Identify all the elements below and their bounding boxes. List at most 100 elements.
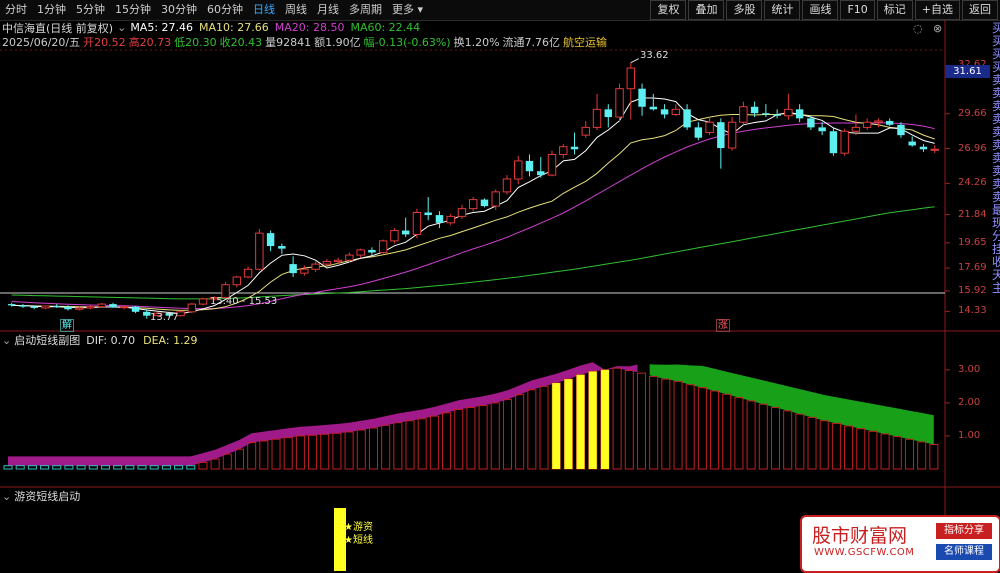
candle-body-up — [592, 108, 602, 128]
chevron-down-icon[interactable]: ⌄ — [2, 490, 11, 503]
histogram-bar — [320, 433, 330, 470]
histogram-bar — [661, 378, 671, 470]
candle-body-up — [86, 306, 95, 309]
indicator-header: ⌄ 启动短线副图 DIF: 0.70 DEA: 1.29 — [2, 333, 198, 348]
histogram-bar — [710, 390, 720, 470]
candle-body-up — [198, 298, 208, 305]
indicator-fill-green — [649, 364, 934, 445]
signal-title: 游资短线启动 — [14, 490, 81, 503]
signal-label-duanxian: ★短线 — [344, 535, 373, 546]
candle-body-up — [559, 146, 568, 155]
candle-body-up — [187, 303, 197, 313]
candle-body-up — [468, 199, 478, 210]
histogram-bar — [770, 407, 780, 470]
candle-body-up — [322, 261, 332, 265]
chevron-down-icon[interactable]: ⌄ — [2, 334, 11, 347]
candle-body-up — [446, 215, 455, 224]
indicator-signal-bar — [576, 374, 585, 469]
indicator-signal-bar — [552, 383, 561, 469]
histogram-bar — [295, 435, 305, 470]
histogram-bar — [868, 430, 878, 470]
histogram-bar — [100, 465, 110, 470]
histogram-bar — [880, 433, 890, 470]
indicator-signal-bar — [600, 369, 609, 469]
candle-body-up — [502, 178, 512, 193]
candle-body-down — [131, 306, 140, 312]
price-tick-4: 19.65 — [958, 236, 987, 248]
candle-body-up — [491, 191, 500, 207]
candle-body-up — [75, 307, 84, 310]
histogram-bar — [417, 418, 427, 470]
candle-body-down — [19, 305, 27, 307]
histogram-bar — [186, 465, 196, 470]
candle-body-up — [514, 160, 523, 180]
candle-body-down — [717, 122, 725, 149]
indicator-tick-1: 2.00 — [958, 396, 981, 408]
candle-body-down — [8, 304, 16, 306]
candle-body-down — [649, 106, 658, 110]
price-tick-3: 21.84 — [958, 208, 987, 220]
candle-body-down — [525, 160, 534, 172]
candle-body-up — [97, 303, 106, 308]
candle-body-down — [694, 127, 703, 138]
candle-body-down — [435, 215, 444, 223]
candle-body-down — [537, 171, 545, 176]
candle-body-down — [885, 120, 894, 125]
histogram-bar — [856, 428, 866, 470]
candle-body-up — [581, 126, 590, 136]
candle-body-up — [356, 249, 365, 256]
candle-body-up — [739, 106, 748, 123]
candle-body-up — [390, 230, 399, 242]
histogram-bar — [844, 425, 854, 470]
candle-body-down — [762, 113, 770, 115]
price-tick-7: 14.33 — [958, 305, 987, 317]
indicator-signal-bar — [588, 371, 597, 469]
candle-body-up — [255, 232, 264, 270]
histogram-bar — [161, 465, 171, 470]
histogram-bar — [819, 420, 829, 470]
candle-body-down — [570, 146, 579, 150]
histogram-bar — [478, 405, 488, 470]
dif-value: DIF: 0.70 — [86, 333, 136, 347]
unlock-marker[interactable]: 解 — [60, 319, 74, 332]
candle-body-up — [671, 108, 681, 115]
histogram-bar — [636, 372, 646, 470]
candle-body-down — [30, 306, 38, 308]
candle-body-down — [64, 306, 72, 310]
candle-body-up — [120, 306, 129, 309]
candle-body-up — [547, 153, 557, 176]
candle-body-down — [683, 109, 691, 128]
indicator-tick-2: 1.00 — [958, 429, 981, 441]
price-tick-0: 29.66 — [958, 107, 987, 119]
indicator-tick-0: 3.00 — [958, 363, 981, 375]
histogram-bar — [76, 465, 86, 470]
candle-body-up — [727, 121, 737, 149]
rise-marker[interactable]: 涨 — [716, 319, 730, 332]
histogram-bar — [381, 424, 391, 470]
candle-body-up — [851, 126, 861, 132]
histogram-bar — [344, 431, 354, 470]
candle-body-up — [243, 268, 253, 278]
histogram-bar — [502, 399, 512, 470]
histogram-bar — [734, 397, 744, 470]
histogram-bar — [673, 380, 683, 470]
ma20-line — [11, 122, 935, 310]
histogram-bar — [368, 427, 378, 470]
histogram-bar — [624, 369, 634, 470]
candle-body-down — [818, 127, 826, 132]
dea-value: DEA: 1.29 — [143, 333, 198, 347]
candle-body-up — [626, 67, 636, 90]
histogram-bar — [649, 375, 659, 470]
histogram-bar — [795, 413, 805, 470]
histogram-bar — [783, 410, 793, 470]
histogram-bar — [929, 444, 939, 470]
histogram-bar — [917, 441, 927, 470]
histogram-bar — [174, 465, 184, 470]
candle-body-up — [41, 305, 50, 309]
candle-body-up — [412, 212, 422, 235]
histogram-bar — [247, 442, 257, 470]
histogram-bar — [3, 465, 13, 470]
indicator-title: 启动短线副图 — [14, 334, 81, 347]
candle-body-up — [930, 148, 939, 151]
histogram-bar — [405, 420, 415, 470]
